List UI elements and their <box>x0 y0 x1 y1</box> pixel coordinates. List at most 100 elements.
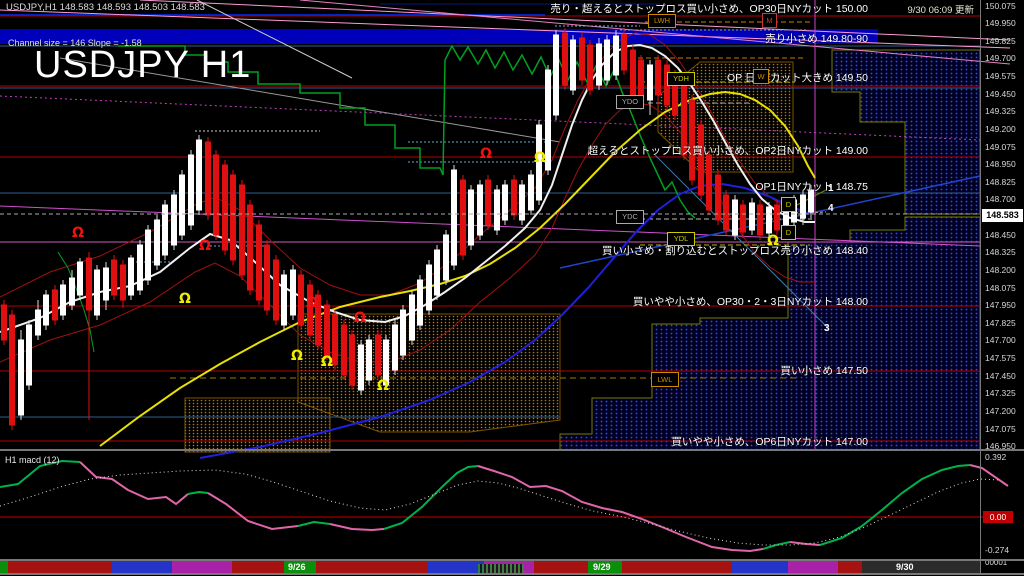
level-tag-m: M <box>762 13 777 28</box>
candle-body <box>155 220 160 265</box>
macd-line <box>208 493 298 529</box>
candle-body <box>452 170 457 265</box>
candle-body <box>342 325 347 375</box>
candle-body <box>546 70 551 170</box>
price-axis-label: 149.075 <box>985 142 1016 152</box>
level-annotation: 売り小さめ 149.80-90 <box>765 31 868 46</box>
candle-body <box>197 140 202 210</box>
price-axis-label: 147.450 <box>985 371 1016 381</box>
price-axis-label: 148.450 <box>985 230 1016 240</box>
level-tag-lwh: LWH <box>648 14 676 28</box>
level-tag-w: W <box>753 69 769 84</box>
candle-body <box>571 40 576 90</box>
candle-body <box>36 310 41 335</box>
watermark-text <box>478 564 524 573</box>
price-axis-label: 149.200 <box>985 124 1016 134</box>
price-axis-label: 147.325 <box>985 388 1016 398</box>
candle-body <box>767 207 772 233</box>
level-annotation: 買いやや小さめ、OP30・2・3日NYカット 148.00 <box>633 294 868 309</box>
price-axis-label: 149.325 <box>985 106 1016 116</box>
candle-body <box>690 100 695 180</box>
candle-body <box>724 195 729 230</box>
candle-body <box>750 203 755 230</box>
level-annotation: 超えるとストップロス買い小さめ、OP2日NYカット 149.00 <box>588 143 868 158</box>
candle-body <box>503 185 508 220</box>
candle-body <box>291 270 296 315</box>
session-segment-red <box>8 561 112 573</box>
candle-body <box>461 180 466 255</box>
wave-number: 4 <box>828 203 834 214</box>
candle-body <box>707 155 712 210</box>
candle-body <box>588 45 593 90</box>
candle-body <box>435 250 440 295</box>
session-segment-red <box>622 561 732 573</box>
candle-body <box>512 180 517 215</box>
level-annotation: OP 日NYカット大きめ 149.50 <box>727 70 868 85</box>
candle-body <box>129 258 134 295</box>
price-axis-label: 147.825 <box>985 318 1016 328</box>
candle-body <box>648 65 653 100</box>
candle-body <box>180 175 185 235</box>
candle-body <box>223 165 228 250</box>
candle-body <box>495 190 500 230</box>
price-axis-label: 148.700 <box>985 194 1016 204</box>
candle-body <box>10 315 15 425</box>
session-segment-green <box>0 561 8 573</box>
level-tag-ydo: YDO <box>616 95 644 109</box>
level-annotation: 買い小さめ 147.50 <box>780 363 868 378</box>
candle-body <box>775 205 780 230</box>
price-axis-label: 148.825 <box>985 177 1016 187</box>
ohlc-readout: USDJPY,H1 148.583 148.593 148.503 148.58… <box>6 2 205 13</box>
sell-marker-icon: Ω <box>354 310 366 326</box>
candle-body <box>78 262 83 295</box>
level-annotation: 売り・超えるとストップロス買い小さめ、OP30日NYカット 150.00 <box>550 1 868 16</box>
candle-body <box>716 175 721 220</box>
date-label: 9/26 <box>288 562 306 572</box>
price-axis-label: 147.575 <box>985 353 1016 363</box>
level-annotation: 買い小さめ・割り込むとストップロス売り小さめ 148.40 <box>602 243 868 258</box>
session-segment-blue <box>112 561 172 573</box>
macd-line <box>384 466 478 529</box>
candle-body <box>410 295 415 340</box>
session-segment-red <box>316 561 428 573</box>
axis-border <box>980 0 981 574</box>
candle-body <box>733 200 738 235</box>
macd-line <box>80 462 188 504</box>
pane-separator[interactable] <box>0 449 1024 451</box>
session-segment-magenta <box>172 561 232 573</box>
level-annotation: OP1日NYカット 148.75 <box>755 179 868 194</box>
macd-line <box>820 465 970 545</box>
candle-body <box>376 335 381 375</box>
bottom-border <box>0 573 1024 575</box>
price-axis-label: 149.950 <box>985 18 1016 28</box>
current-price-box: 148.583 <box>982 209 1023 222</box>
candle-body <box>469 190 474 245</box>
sell-marker-icon: Ω <box>72 225 84 241</box>
price-axis-label: 148.950 <box>985 159 1016 169</box>
candle-body <box>597 44 602 85</box>
session-segment-red <box>838 561 862 573</box>
candle-body <box>121 265 126 300</box>
candle-body <box>2 305 7 340</box>
price-axis-label: 149.825 <box>985 36 1016 46</box>
session-segment-dark <box>862 561 981 573</box>
candle-body <box>172 195 177 245</box>
candle-body <box>367 340 372 380</box>
candle-body <box>248 205 253 290</box>
level-tag-ydc: YDC <box>616 210 644 224</box>
candle-body <box>95 270 100 315</box>
candle-body <box>44 295 49 325</box>
price-axis-label: 147.200 <box>985 406 1016 416</box>
price-axis-label: 148.325 <box>985 247 1016 257</box>
macd-indicator-label: H1 macd (12) <box>5 455 60 465</box>
buy-marker-icon: Ω <box>377 378 389 394</box>
candle-body <box>265 245 270 310</box>
buy-marker-icon: Ω <box>321 354 333 370</box>
level-tag-lwl: LWL <box>651 372 679 387</box>
sell-marker-icon: Ω <box>480 146 492 162</box>
session-segment-magenta <box>788 561 838 573</box>
candle-body <box>274 260 279 320</box>
candle-body <box>605 40 610 80</box>
symbol-title: USDJPY H1 <box>34 44 251 87</box>
candle-body <box>401 310 406 355</box>
